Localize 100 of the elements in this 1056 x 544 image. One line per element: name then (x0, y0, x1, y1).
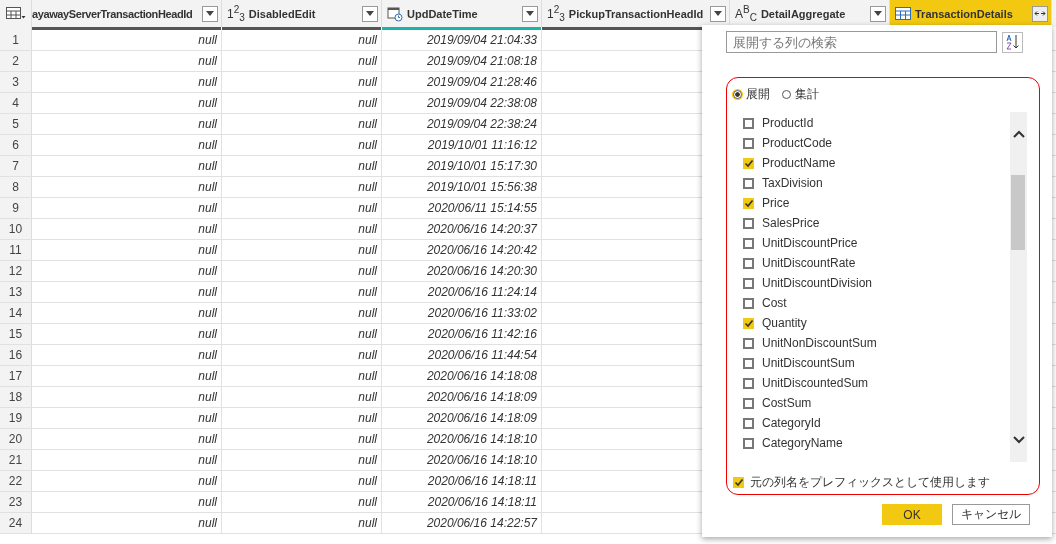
table-cell: null (198, 96, 217, 110)
checkbox[interactable] (743, 157, 754, 169)
table-cell: null (358, 75, 377, 89)
column-option[interactable]: SalesPrice (743, 213, 1010, 233)
table-cell: 2020/06/16 14:18:11 (427, 474, 537, 488)
table-cell: null (198, 138, 217, 152)
column-option[interactable]: Quantity (743, 313, 1010, 333)
filter-dropdown-button[interactable] (710, 5, 726, 22)
table-cell: 2019/10/01 15:56:38 (426, 180, 537, 194)
row-number: 19 (0, 408, 32, 428)
checkbox[interactable] (743, 277, 754, 289)
filter-dropdown-button[interactable] (870, 5, 886, 22)
ok-button[interactable]: OK (882, 504, 942, 525)
table-cell: null (358, 243, 377, 257)
column-option[interactable]: UnitDiscountSum (743, 353, 1010, 373)
table-cell: 2019/09/04 22:38:08 (426, 96, 537, 110)
row-number: 14 (0, 303, 32, 323)
scroll-down-icon[interactable] (1013, 436, 1025, 444)
filter-dropdown-button[interactable] (362, 5, 378, 22)
table-cell: null (358, 411, 377, 425)
column-option[interactable]: ProductCode (743, 133, 1010, 153)
checkbox[interactable] (743, 397, 754, 409)
table-cell: 2020/06/16 14:20:30 (426, 264, 537, 278)
checkbox[interactable] (743, 117, 754, 129)
column-option[interactable]: Cost (743, 293, 1010, 313)
caret-icon (366, 11, 374, 16)
sort-button[interactable] (1002, 31, 1023, 53)
checkbox[interactable] (733, 477, 744, 488)
column-name: UpdDateTime (407, 7, 479, 20)
table-cell: null (358, 453, 377, 467)
column-option[interactable]: CategoryId (743, 413, 1010, 433)
checkbox[interactable] (743, 137, 754, 149)
table-cell: null (198, 390, 217, 404)
column-option-label: ProductCode (762, 136, 833, 150)
table-cell: 2020/06/16 14:22:57 (426, 516, 537, 530)
row-number: 20 (0, 429, 32, 449)
mode-radio[interactable]: 展開 (733, 85, 770, 103)
row-number: 9 (0, 198, 32, 218)
checkbox[interactable] (743, 317, 754, 329)
column-option-label: UnitNonDiscountSum (762, 336, 877, 350)
column-option-label: UnitDiscountedSum (762, 376, 869, 390)
checkbox[interactable] (743, 217, 754, 229)
scroll-up-icon[interactable] (1013, 130, 1025, 138)
table-cell: 2020/06/16 14:18:09 (426, 390, 537, 404)
column-name: PickupTransactionHeadId (568, 7, 705, 20)
column-option[interactable]: UnitDiscountDivision (743, 273, 1010, 293)
checkbox[interactable] (743, 357, 754, 369)
row-number: 5 (0, 114, 32, 134)
filter-dropdown-button[interactable] (522, 5, 538, 22)
checkbox[interactable] (743, 337, 754, 349)
column-header[interactable]: TransactionDetails (890, 0, 1052, 27)
table-cell: null (358, 285, 377, 299)
table-cell: null (198, 222, 217, 236)
column-option[interactable]: UnitDiscountedSum (743, 373, 1010, 393)
column-option[interactable]: UnitNonDiscountSum (743, 333, 1010, 353)
checkbox[interactable] (743, 257, 754, 269)
checkbox[interactable] (743, 177, 754, 189)
checkbox[interactable] (743, 417, 754, 429)
row-number: 23 (0, 492, 32, 512)
column-option[interactable]: TaxDivision (743, 173, 1010, 193)
table-cell: 2019/10/01 11:16:12 (427, 138, 537, 152)
column-option-label: UnitDiscountSum (762, 356, 855, 370)
table-cell: null (358, 180, 377, 194)
checkbox[interactable] (743, 197, 754, 209)
table-cell: 2020/06/16 14:18:10 (426, 432, 537, 446)
table-cell: null (358, 117, 377, 131)
radio-button[interactable] (733, 89, 742, 99)
column-option[interactable]: UnitDiscountPrice (743, 233, 1010, 253)
table-cell: null (358, 138, 377, 152)
scrollbar[interactable] (1010, 112, 1027, 462)
table-cell: null (198, 117, 217, 131)
search-field[interactable]: 展開する列の検索 (726, 31, 997, 53)
column-option[interactable]: Price (743, 193, 1010, 213)
cancel-button[interactable]: キャンセル (952, 504, 1030, 525)
checkbox[interactable] (743, 437, 754, 449)
table-cell: null (358, 495, 377, 509)
expand-button[interactable] (1032, 5, 1048, 22)
row-number: 16 (0, 345, 32, 365)
checkbox[interactable] (743, 237, 754, 249)
expand-arrows-icon (1034, 9, 1046, 18)
table-cell: null (198, 33, 217, 47)
column-option[interactable]: UnitDiscountRate (743, 253, 1010, 273)
scroll-thumb[interactable] (1011, 175, 1025, 250)
row-number: 6 (0, 135, 32, 155)
table-cell: null (198, 201, 217, 215)
checkbox[interactable] (743, 297, 754, 309)
checkbox[interactable] (743, 377, 754, 389)
row-number: 17 (0, 366, 32, 386)
table-cell: null (358, 54, 377, 68)
column-option[interactable]: ProductId (743, 113, 1010, 133)
filter-dropdown-button[interactable] (202, 5, 218, 22)
column-option[interactable]: CostSum (743, 393, 1010, 413)
column-option-label: UnitDiscountPrice (762, 236, 858, 250)
row-number: 7 (0, 156, 32, 176)
table-cell: 2019/10/01 15:17:30 (426, 159, 537, 173)
table-cell: null (358, 306, 377, 320)
column-option[interactable]: CategoryName (743, 433, 1010, 453)
column-option-label: CostSum (762, 396, 812, 410)
column-option[interactable]: ProductName (743, 153, 1010, 173)
mode-radio[interactable]: 集計 (782, 85, 819, 103)
